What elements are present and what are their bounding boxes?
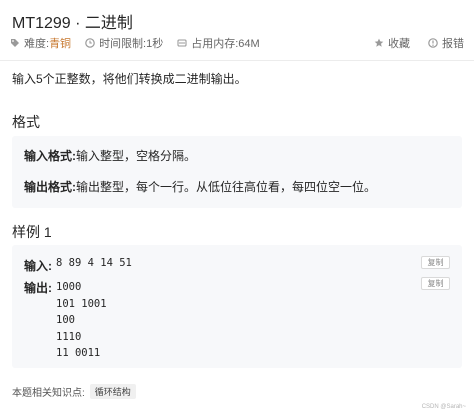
copy-output-button[interactable]: 复制 (421, 277, 450, 290)
problem-title: MT1299 · 二进制 (12, 15, 133, 32)
format-heading: 格式 (12, 114, 40, 130)
copy-input-button[interactable]: 复制 (421, 256, 450, 269)
output-format-text: 输出整型，每个一行。从低位往高位看，每四位空一位。 (76, 180, 377, 194)
favorite-label: 收藏 (388, 38, 410, 50)
time-limit-info: 时间限制:1秒 (85, 35, 163, 51)
output-line: 101 1001 (56, 297, 107, 310)
difficulty-info: 难度: 青铜 (10, 35, 71, 51)
knowledge-points: 本题相关知识点: 循环结构 (12, 384, 136, 399)
memory-limit-info: 占用内存:64M (177, 35, 260, 51)
format-box: 输入格式:输入整型，空格分隔。 输出格式:输出整型，每个一行。从低位往高位看，每… (12, 136, 462, 208)
time-limit: 时间限制:1秒 (99, 38, 164, 50)
memory-icon (177, 39, 187, 47)
knowledge-tag[interactable]: 循环结构 (89, 384, 136, 399)
input-format-label: 输入格式: (24, 149, 76, 163)
watermark: CSDN @Sarah~ (421, 404, 466, 410)
report-label: 报错 (442, 38, 464, 50)
example-input-label: 输入: (24, 259, 52, 273)
input-format-text: 输入整型，空格分隔。 (76, 149, 197, 163)
example-box: 输入: 8 89 4 14 51 复制 输出: 1000 101 1001 10… (12, 245, 462, 368)
output-format-label: 输出格式: (24, 180, 76, 194)
example-output-label: 输出: (24, 281, 52, 295)
clock-icon (85, 38, 95, 48)
meta-actions: 收藏 报错 (356, 35, 464, 51)
example-input-value: 8 89 4 14 51 (56, 257, 132, 269)
tag-icon (11, 39, 19, 47)
output-line: 100 (56, 314, 75, 326)
knowledge-label: 本题相关知识点: (12, 388, 85, 399)
example-heading: 样例 1 (12, 224, 52, 240)
output-line: 1110 (56, 330, 82, 343)
memory-limit: 占用内存:64M (191, 38, 260, 50)
difficulty-label: 难度: (24, 38, 50, 50)
problem-meta-bar: 难度: 青铜 时间限制:1秒 占用内存:64M 收藏 报错 (10, 34, 464, 52)
output-format-line: 输出格式:输出整型，每个一行。从低位往高位看，每四位空一位。 (24, 178, 376, 195)
problem-description: 输入5个正整数，将他们转换成二进制输出。 (12, 72, 247, 86)
output-line: 1000 (56, 281, 82, 293)
warning-icon (428, 38, 438, 48)
output-line: 11 0011 (56, 347, 101, 359)
difficulty-value: 青铜 (49, 38, 72, 50)
star-icon (374, 38, 384, 47)
input-format-line: 输入格式:输入整型，空格分隔。 (24, 147, 196, 164)
header-divider (0, 60, 474, 61)
favorite-button[interactable]: 收藏 (374, 35, 410, 51)
example-output-value: 1000 101 1001 100 1110 11 0011 (56, 279, 107, 362)
report-button[interactable]: 报错 (428, 35, 464, 51)
